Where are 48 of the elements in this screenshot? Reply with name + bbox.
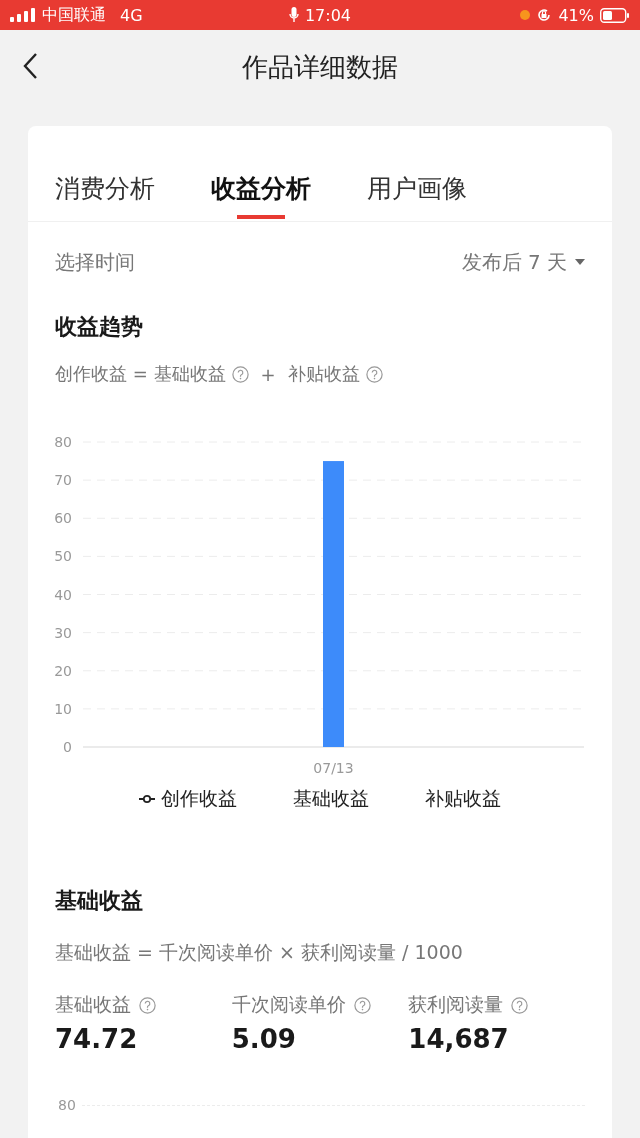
microphone-icon	[288, 7, 299, 23]
formula-text: 创作收益 = 基础收益	[55, 362, 226, 386]
signal-icon	[10, 8, 36, 22]
help-icon[interactable]	[139, 996, 156, 1014]
axis-tick-label: 60	[54, 510, 72, 527]
metric-value: 5.09	[231, 1024, 297, 1054]
time-filter-label: 选择时间	[55, 248, 135, 276]
axis-tick-label: 30	[54, 624, 72, 641]
carrier-name: 中国联通	[42, 4, 106, 26]
help-icon[interactable]	[511, 996, 529, 1014]
help-icon[interactable]	[353, 996, 371, 1014]
metric-label: 基础收益	[55, 992, 131, 1017]
axis-tick-label: 80	[58, 1097, 76, 1113]
metric-label: 获利阅读量	[408, 992, 504, 1017]
metric-value: 14,687	[408, 1024, 510, 1054]
clock-time: 17:04	[304, 5, 352, 25]
metric-value: 74.72	[55, 1024, 139, 1054]
formula-text: 补贴收益	[287, 362, 360, 386]
page-title: 作品详细数据	[242, 51, 398, 84]
legend-item[interactable]: 创作收益	[139, 786, 237, 812]
rotation-lock-icon	[536, 7, 553, 23]
axis-tick-label: 10	[54, 700, 72, 717]
metric-label: 千次阅读单价	[231, 992, 346, 1017]
tab[interactable]: 用户画像	[353, 126, 481, 221]
line-dot-icon	[139, 794, 155, 804]
formula-text: 基础收益 = 千次阅读单价 × 获利阅读量 / 1000	[54, 940, 464, 965]
help-icon[interactable]	[365, 365, 383, 383]
battery-icon	[600, 7, 630, 23]
axis-tick-label: 80	[54, 434, 72, 450]
time-dropdown[interactable]: 发布后 7 天	[461, 248, 585, 276]
battery-percent: 41%	[558, 5, 594, 25]
section-title: 收益趋势	[54, 313, 144, 341]
section-title: 基础收益	[54, 887, 144, 915]
caret-icon	[575, 259, 585, 265]
axis-tick-label: 0	[63, 739, 72, 755]
axis-tick-label: 50	[54, 548, 72, 565]
formula-text: +	[260, 363, 276, 385]
axis-tick-label: 70	[54, 472, 72, 489]
network-type: 4G	[120, 5, 143, 25]
axis-tick-label: 40	[54, 586, 72, 603]
back-button[interactable]	[22, 52, 38, 80]
legend-item[interactable]: 补贴收益	[425, 786, 501, 812]
tab[interactable]: 消费分析	[41, 126, 169, 221]
help-icon[interactable]	[231, 365, 249, 383]
status-dot-icon	[520, 10, 531, 20]
legend-item[interactable]: 基础收益	[293, 786, 369, 812]
axis-category-label: 07/13	[313, 760, 354, 776]
axis-tick-label: 20	[54, 662, 72, 679]
